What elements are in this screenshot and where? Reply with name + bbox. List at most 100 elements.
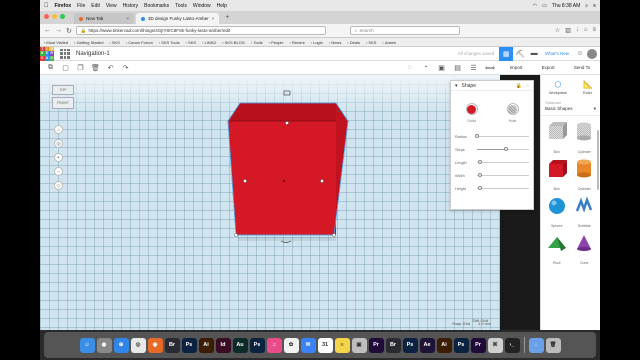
bookmark-item[interactable]: SKS [109, 40, 120, 45]
back-arrow-icon[interactable]: ← [44, 27, 51, 34]
import-button[interactable]: Import [510, 65, 523, 70]
workplane-button[interactable]: ⬡ Workplane [549, 80, 567, 95]
spotlight-icon[interactable]: ⌕ [585, 3, 588, 9]
ungroup-icon[interactable]: ▤ [453, 64, 462, 72]
shape-cylinder[interactable]: Cylinder [571, 158, 599, 191]
height-handle[interactable] [285, 121, 289, 125]
group-icon[interactable]: ▣ [437, 64, 446, 72]
bookmark-item[interactable]: Deals [347, 40, 360, 45]
rotate-handle-bottom[interactable] [280, 240, 292, 243]
panel-scrollbar[interactable] [597, 130, 599, 190]
3d-view-icon[interactable]: ▦ [499, 46, 514, 61]
download-icon[interactable]: ↓ [576, 27, 579, 34]
resize-handle[interactable] [320, 179, 324, 183]
bookmark-item[interactable]: Admin [382, 40, 396, 45]
hole-swatch[interactable] [506, 103, 519, 115]
menu-bookmarks[interactable]: Bookmarks [144, 3, 169, 9]
bookmark-item[interactable]: LINKD [202, 40, 216, 45]
dock-photos-icon[interactable]: ✿ [283, 337, 299, 353]
search-input[interactable]: ⌕ Search [349, 26, 460, 35]
center-handle[interactable] [282, 179, 286, 183]
menu-edit[interactable]: Edit [91, 3, 100, 9]
bookmark-item[interactable]: SKS [366, 40, 376, 45]
menu-help[interactable]: Help [217, 3, 227, 9]
resize-handle[interactable] [337, 110, 339, 112]
menu-window[interactable]: Window [193, 3, 211, 9]
shape-box[interactable]: Box [543, 121, 571, 154]
dock-chrome-icon[interactable]: ◎ [130, 337, 146, 353]
slider-knob[interactable] [477, 186, 482, 190]
shape-cone[interactable]: Cone [571, 232, 599, 265]
property-slider[interactable] [477, 147, 529, 151]
dock-finder-icon[interactable]: ☺ [79, 337, 95, 353]
shape-scribble[interactable]: Scribble [571, 195, 599, 228]
collapse-icon[interactable]: ▾ [455, 83, 458, 89]
resize-handle[interactable] [332, 233, 336, 237]
dock-ps-icon[interactable]: Ps [249, 337, 265, 353]
bookmark-item[interactable]: Getting Started [74, 40, 104, 45]
close-tab-icon[interactable]: × [212, 16, 215, 21]
maximize-window-icon[interactable] [60, 14, 65, 19]
avatar[interactable] [587, 48, 597, 59]
rotate-handle-top[interactable] [283, 90, 291, 96]
property-slider[interactable] [475, 134, 529, 138]
redo-icon[interactable]: ↷ [121, 64, 130, 72]
menubar-app-name[interactable]: Firefox [55, 3, 72, 9]
tab-tinkercad[interactable]: 3D design Funky Lasto-Amber × [136, 13, 220, 24]
dashboard-grid-icon[interactable] [60, 48, 70, 59]
shape-cylinder[interactable]: Cylinder [571, 121, 599, 154]
solid-swatch[interactable] [465, 103, 478, 115]
dock-br-icon[interactable]: Br [385, 337, 401, 353]
dock-ae-icon[interactable]: Ae [419, 337, 435, 353]
bookmark-item[interactable]: SKS [186, 40, 196, 45]
bookmark-item[interactable]: SKS Tools [159, 40, 179, 45]
close-window-icon[interactable] [44, 14, 49, 19]
bookmark-item[interactable]: People [269, 40, 283, 45]
dock-calendar-icon[interactable]: 31 [317, 337, 333, 353]
shape-library-select[interactable]: Basic Shapes ▾ [541, 105, 600, 116]
resize-handle[interactable] [234, 233, 238, 237]
add-user-icon[interactable]: ☺ [573, 47, 587, 61]
dock-firefox-icon[interactable]: ◉ [147, 337, 163, 353]
cube-top-face[interactable] [227, 102, 349, 122]
apple-icon[interactable]:  [44, 3, 49, 9]
new-tab-button[interactable]: + [221, 14, 233, 21]
resize-handle[interactable] [243, 179, 247, 183]
menu-file[interactable]: File [77, 3, 85, 9]
menubar-clock[interactable]: Thu 8:38 AM [552, 3, 580, 9]
slider-knob[interactable] [477, 173, 482, 177]
notification-icon[interactable]: ≡ [593, 3, 596, 9]
snap-grid-value[interactable]: 1.0 mm [478, 321, 491, 326]
duplicate-icon[interactable]: ❐ [76, 64, 85, 72]
menu-tools[interactable]: Tools [175, 3, 187, 9]
address-input[interactable]: 🔒 https://www.tinkercad.com/things/4GjIY… [75, 26, 326, 35]
export-button[interactable]: Export [542, 65, 555, 70]
dock-pr-icon[interactable]: Pr [470, 337, 486, 353]
mirror-icon[interactable]: ⟺ [485, 64, 495, 72]
bookmark-item[interactable]: Recent [290, 40, 305, 45]
library-icon[interactable]: ▥ [565, 27, 571, 34]
wifi-icon[interactable]: ◠ [533, 3, 537, 9]
dock-id-icon[interactable]: Id [215, 337, 231, 353]
bookmark-item[interactable]: SKS BLOG [222, 40, 245, 45]
slider-knob[interactable] [503, 147, 508, 151]
bookmark-item[interactable]: Tools [251, 40, 262, 45]
dock-ai-icon[interactable]: Ai [436, 337, 452, 353]
shape-box[interactable]: Box [543, 158, 571, 191]
dock-ps-icon[interactable]: Ps [402, 337, 418, 353]
reload-icon[interactable]: ↻ [66, 27, 72, 35]
hole-option[interactable]: Hole [506, 103, 519, 123]
paste-icon[interactable]: ▢ [61, 64, 70, 72]
menu-history[interactable]: History [123, 3, 139, 9]
dock-itunes-icon[interactable]: ♫ [266, 337, 282, 353]
dock-ai-icon[interactable]: Ai [198, 337, 214, 353]
ruler-button[interactable]: 📐 Ruler [583, 80, 593, 95]
dock-ps-icon[interactable]: Ps [453, 337, 469, 353]
slider-knob[interactable] [475, 134, 479, 138]
close-tab-icon[interactable]: × [126, 16, 129, 21]
battery-icon[interactable]: ▭ [542, 3, 547, 9]
shape-roof[interactable]: Roof [543, 232, 571, 265]
dock-notes-icon[interactable]: ≡ [334, 337, 350, 353]
bricks-icon[interactable]: ▬ [527, 47, 541, 61]
whats-new-link[interactable]: What's New [545, 51, 569, 56]
